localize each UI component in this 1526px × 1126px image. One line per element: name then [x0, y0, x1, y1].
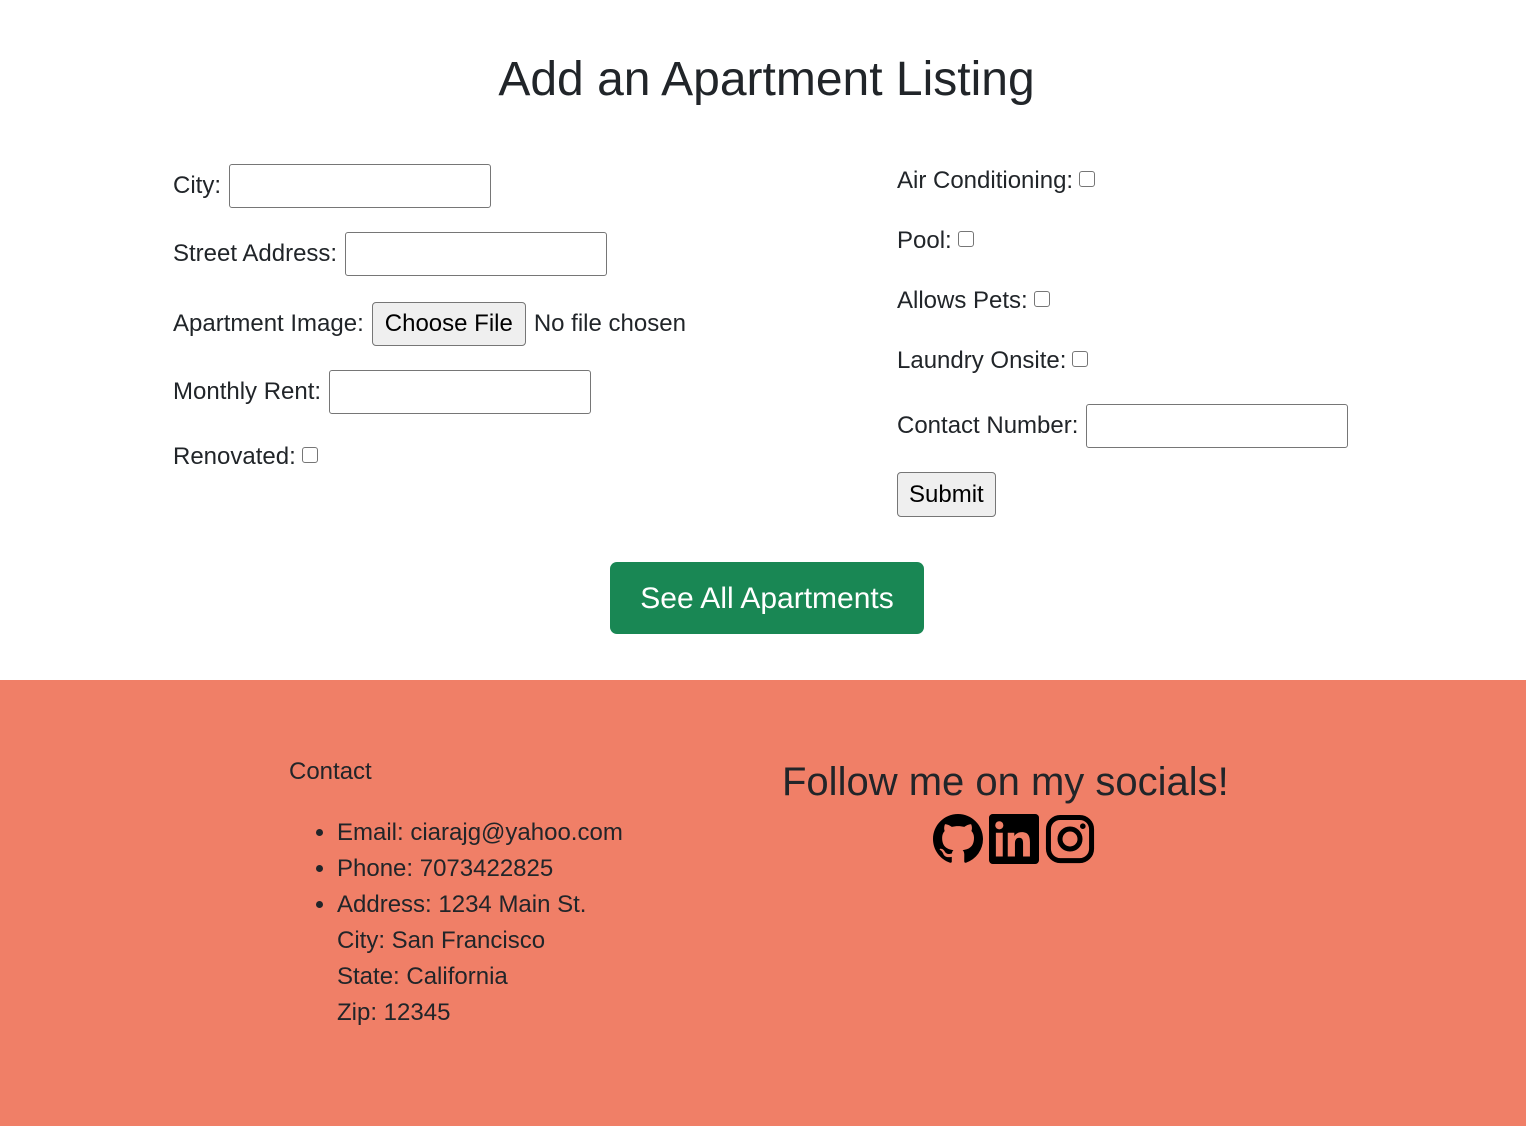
city-row: City: — [173, 164, 491, 208]
pool-label: Pool: — [897, 227, 952, 254]
submit-row: Submit — [897, 472, 996, 517]
city-input[interactable] — [229, 164, 491, 208]
rent-row: Monthly Rent: — [173, 370, 592, 414]
contact-address: Address: 1234 Main St. City: San Francis… — [337, 887, 623, 1031]
allows-pets-checkbox[interactable] — [1033, 291, 1050, 307]
see-all-apartments-button[interactable]: See All Apartments — [610, 562, 924, 634]
contact-email: Email: ciarajg@yahoo.com — [337, 815, 623, 851]
pool-row: Pool: — [897, 226, 974, 256]
laundry-onsite-label: Laundry Onsite: — [897, 347, 1067, 374]
street-address-input[interactable] — [345, 232, 608, 276]
city-text: City: San Francisco — [337, 927, 546, 954]
ac-row: Air Conditioning: — [897, 166, 1096, 196]
monthly-rent-input[interactable] — [329, 370, 592, 414]
address-text: Address: 1234 Main St. — [337, 891, 587, 918]
image-row: Apartment Image: Choose File No file cho… — [173, 302, 686, 346]
allows-pets-label: Allows Pets: — [897, 287, 1028, 314]
laundry-onsite-checkbox[interactable] — [1072, 351, 1089, 367]
apartment-image-label: Apartment Image: — [173, 310, 364, 337]
phone-text: Phone: 7073422825 — [337, 855, 554, 882]
contact-list: Email: ciarajg@yahoo.com Phone: 70734228… — [289, 815, 623, 1031]
street-address-label: Street Address: — [173, 240, 338, 267]
pool-checkbox[interactable] — [957, 231, 974, 247]
laundry-row: Laundry Onsite: — [897, 346, 1089, 376]
contact-number-label: Contact Number: — [897, 412, 1079, 439]
submit-button[interactable]: Submit — [897, 472, 996, 517]
contact-number-input[interactable] — [1086, 404, 1349, 448]
choose-file-button[interactable]: Choose File — [371, 302, 526, 346]
page-title: Add an Apartment Listing — [498, 53, 1035, 106]
github-icon[interactable] — [933, 814, 983, 864]
footer: Contact Email: ciarajg@yahoo.com Phone: … — [0, 680, 1526, 1126]
zip-text: Zip: 12345 — [337, 999, 451, 1026]
air-conditioning-checkbox[interactable] — [1079, 171, 1096, 187]
social-icons — [933, 814, 1095, 864]
monthly-rent-label: Monthly Rent: — [173, 378, 322, 405]
air-conditioning-label: Air Conditioning: — [897, 167, 1074, 194]
renovated-checkbox[interactable] — [301, 447, 318, 463]
file-status: No file chosen — [533, 310, 686, 337]
street-row: Street Address: — [173, 232, 608, 276]
city-label: City: — [173, 172, 221, 199]
contact-number-row: Contact Number: — [897, 404, 1349, 448]
contact-phone: Phone: 7073422825 — [337, 851, 623, 887]
renovated-label: Renovated: — [173, 443, 296, 470]
state-text: State: California — [337, 963, 508, 990]
linkedin-icon[interactable] — [989, 814, 1039, 864]
contact-heading: Contact — [289, 758, 372, 785]
socials-heading: Follow me on my socials! — [782, 760, 1229, 804]
email-text: Email: ciarajg@yahoo.com — [337, 819, 623, 846]
renovated-row: Renovated: — [173, 442, 318, 472]
pets-row: Allows Pets: — [897, 286, 1050, 316]
instagram-icon[interactable] — [1045, 814, 1095, 864]
